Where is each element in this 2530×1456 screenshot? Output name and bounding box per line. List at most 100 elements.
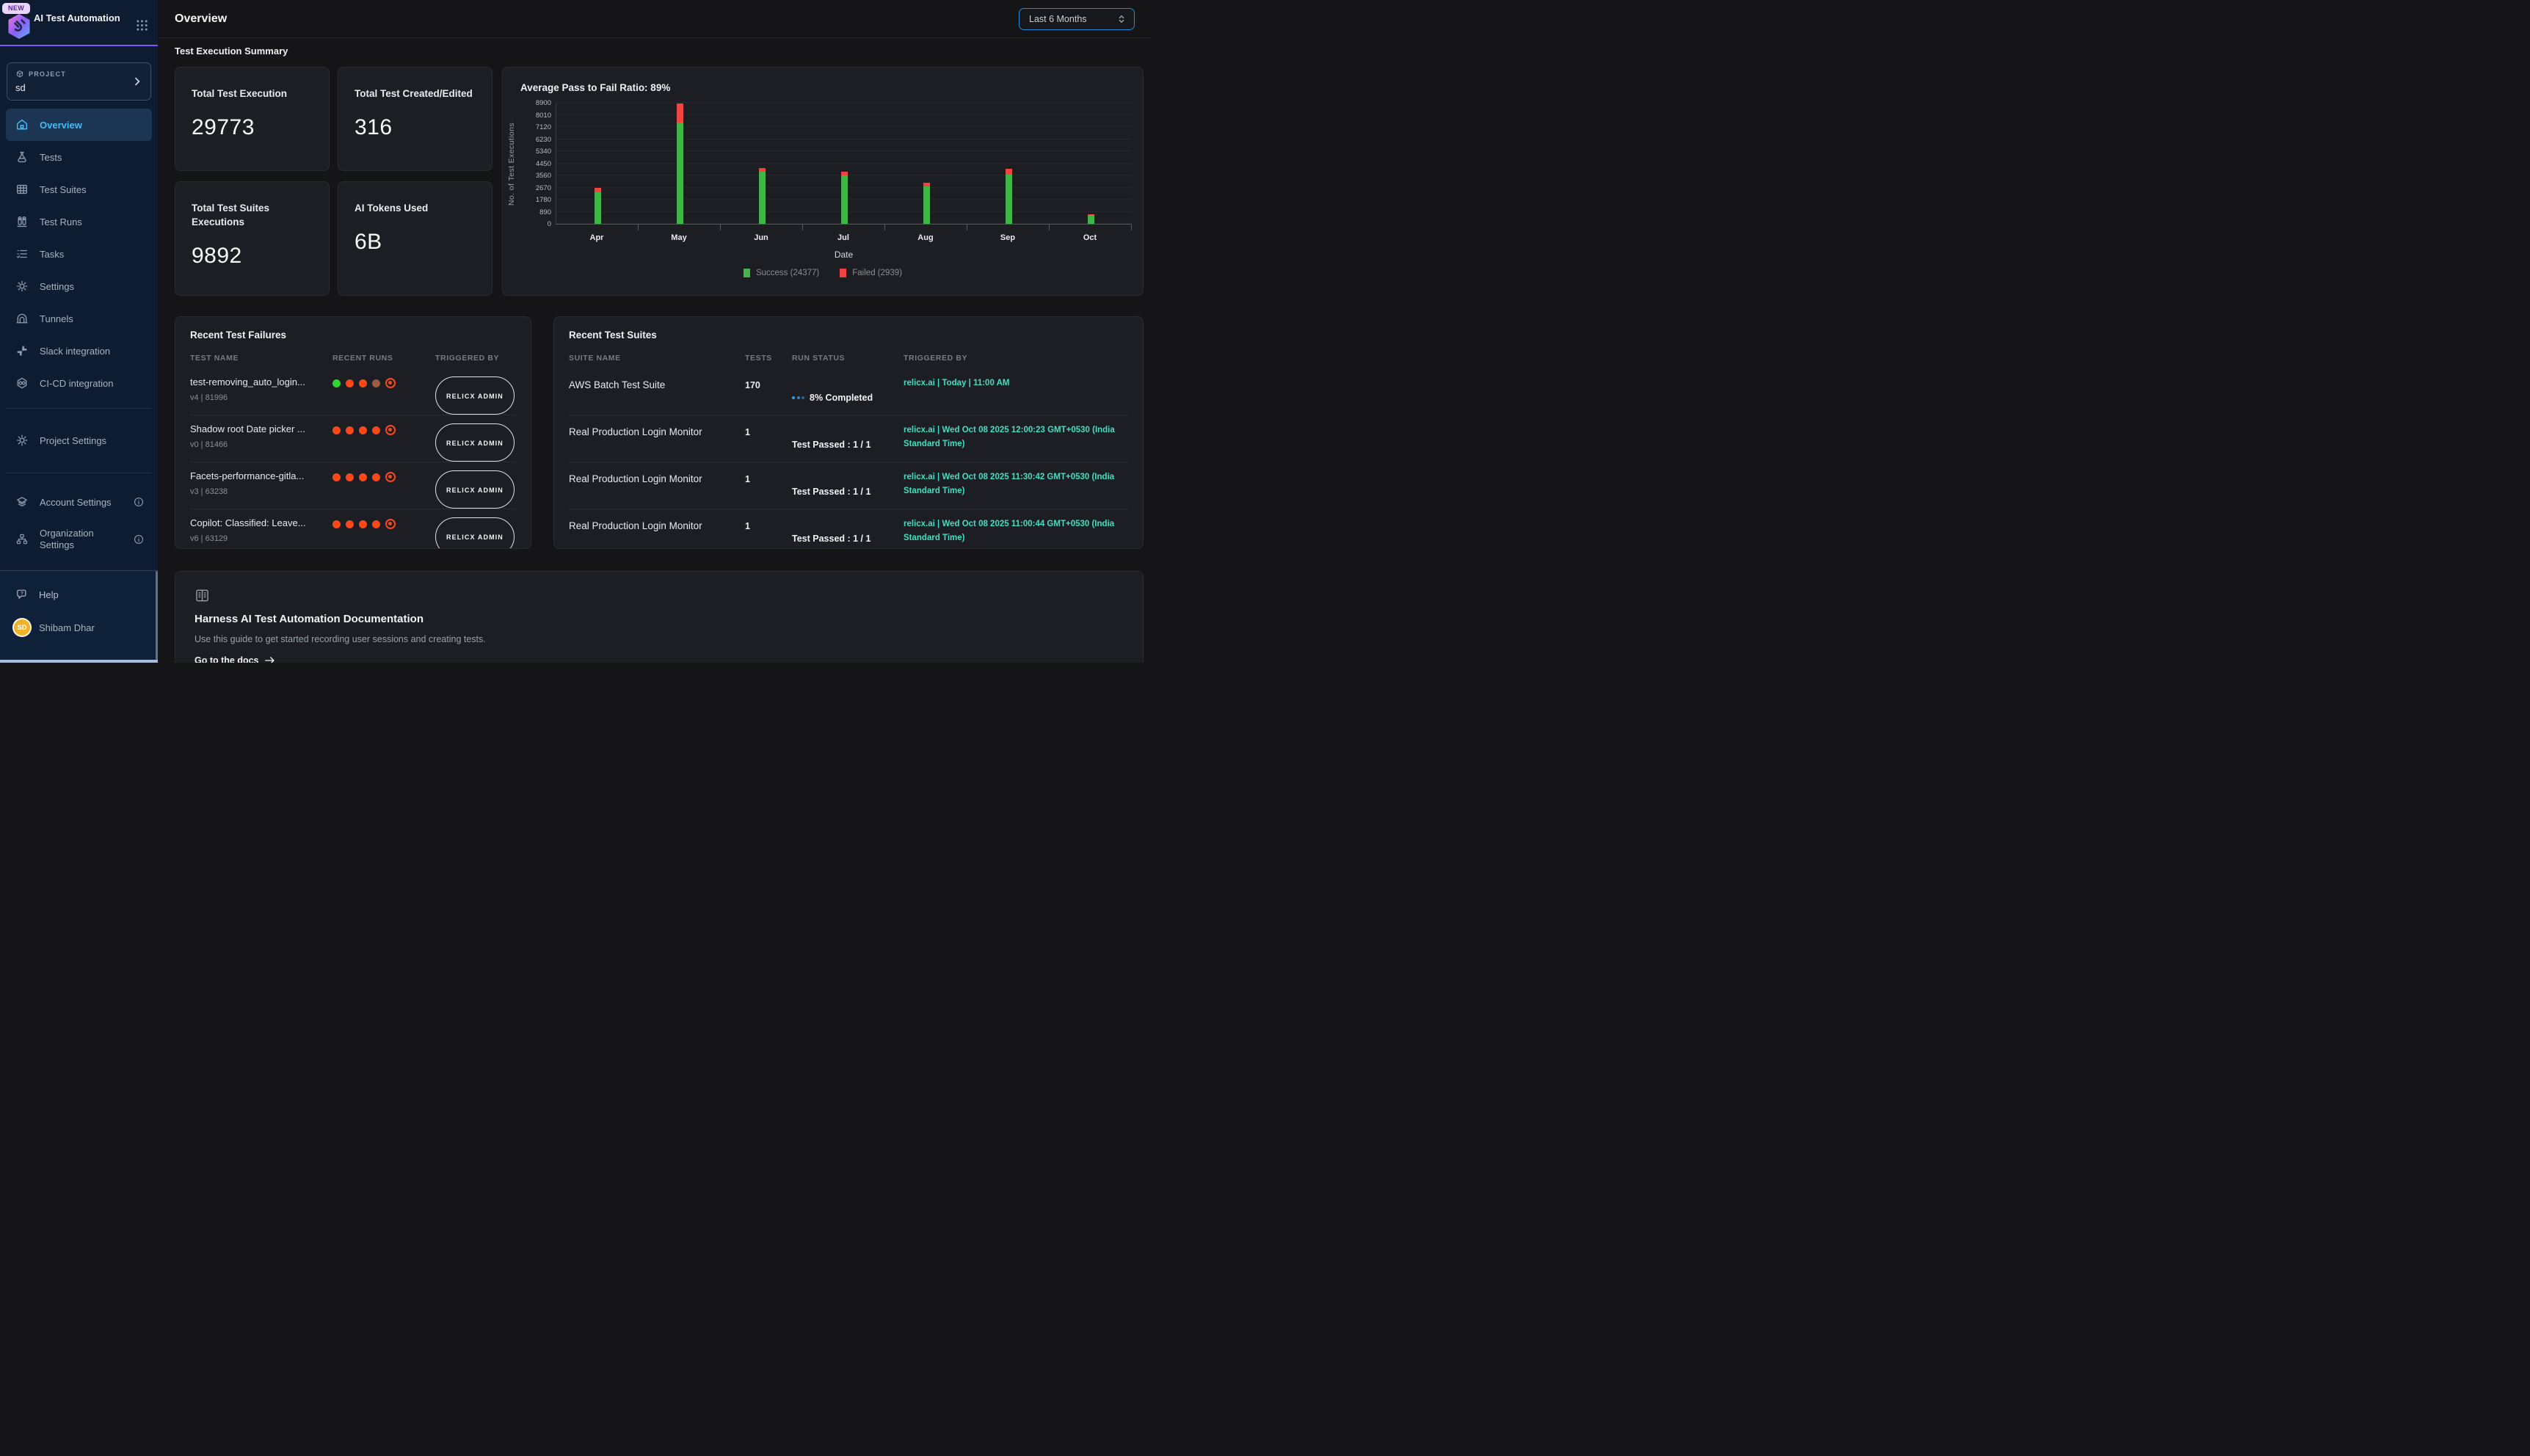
info-icon[interactable]	[133, 534, 145, 545]
legend-item-failed: Failed (2939)	[840, 269, 902, 277]
recent-run-dots	[332, 377, 435, 389]
column-header: TRIGGERED BY	[904, 354, 1128, 363]
sidebar-item-tasks[interactable]: Tasks	[6, 238, 152, 270]
sidebar-item-overview[interactable]: Overview	[6, 109, 152, 141]
table-row[interactable]: AWS Batch Test Suite 170 8% Completed re…	[569, 368, 1128, 415]
table-body: AWS Batch Test Suite 170 8% Completed re…	[569, 368, 1128, 548]
sidebar-item-label: Test Runs	[40, 216, 82, 228]
info-icon[interactable]	[133, 496, 145, 508]
suite-name: AWS Batch Test Suite	[569, 376, 745, 415]
panel-title: Recent Test Failures	[190, 330, 286, 341]
page-title: Overview	[175, 12, 227, 26]
metric-title: AI Tokens Used	[355, 201, 476, 215]
sidebar-item-test-suites[interactable]: Test Suites	[6, 173, 152, 205]
suite-name: Real Production Login Monitor	[569, 517, 745, 549]
column-header: TEST NAME	[190, 354, 332, 363]
user-menu[interactable]: SD Shibam Dhar	[6, 614, 152, 641]
sidebar-item-label: Settings	[40, 281, 74, 292]
progress-dots-icon	[792, 396, 804, 399]
table-row[interactable]: Real Production Login Monitor 1 Test Pas…	[569, 462, 1128, 509]
run-status: Test Passed : 1 / 1	[792, 517, 904, 549]
triggered-by-button[interactable]: RELICX ADMIN	[435, 517, 515, 549]
triggered-by-button[interactable]: RELICX ADMIN	[435, 376, 515, 415]
sidebar-item-test-runs[interactable]: Test Runs	[6, 205, 152, 238]
project-selector[interactable]: PROJECT sd	[7, 62, 151, 101]
column-header: TRIGGERED BY	[435, 354, 516, 363]
triggered-by-link[interactable]: relicx.ai | Wed Oct 08 2025 12:00:23 GMT…	[904, 423, 1128, 462]
sidebar-item-help[interactable]: ? Help	[6, 581, 152, 608]
sidebar-item-slack-integration[interactable]: Slack integration	[6, 335, 152, 367]
recent-run-dots	[332, 424, 435, 436]
docs-title: Harness AI Test Automation Documentation	[195, 613, 1124, 625]
metric-title: Total Test Suites Executions	[192, 201, 287, 229]
gear-icon	[15, 434, 29, 447]
table-row[interactable]: Copilot: Classified: Leave...v6 | 63129 …	[190, 509, 516, 549]
sidebar-horizontal-scrollbar[interactable]	[0, 660, 158, 663]
sidebar-vertical-scrollbar[interactable]	[156, 571, 158, 660]
app-title: AI Test Automation	[34, 12, 126, 23]
gear-icon	[15, 280, 29, 293]
main-content: Overview Last 6 Months Test Execution Su…	[159, 0, 1151, 663]
topbar: Overview Last 6 Months	[159, 0, 1151, 38]
sidebar-item-organization-settings[interactable]: Organization Settings	[6, 518, 152, 561]
chevron-right-icon	[131, 76, 143, 87]
arrow-right-icon	[264, 656, 275, 663]
table-row[interactable]: Real Production Login Monitor 1 Test Pas…	[569, 509, 1128, 549]
user-name: Shibam Dhar	[39, 622, 95, 633]
avatar: SD	[12, 618, 32, 637]
triggered-by-link[interactable]: relicx.ai | Wed Oct 08 2025 11:30:42 GMT…	[904, 470, 1128, 509]
sidebar-item-label: Account Settings	[40, 497, 112, 508]
sidebar-item-label: Help	[39, 589, 59, 600]
svg-text:?: ?	[21, 592, 23, 597]
test-meta: v4 | 81996	[190, 393, 332, 402]
table-header: SUITE NAME TESTS RUN STATUS TRIGGERED BY	[569, 354, 1128, 363]
sidebar-item-project-settings[interactable]: Project Settings	[6, 424, 152, 456]
sidebar-item-cicd-integration[interactable]: CI-CD integration	[6, 367, 152, 399]
slack-icon	[15, 344, 29, 357]
section-title: Test Execution Summary	[175, 46, 288, 57]
legend-swatch-success	[744, 269, 750, 277]
table-row[interactable]: test-removing_auto_login...v4 | 81996 RE…	[190, 368, 516, 415]
triggered-by-button[interactable]: RELICX ADMIN	[435, 470, 515, 509]
grid-table-icon	[15, 183, 29, 196]
table-row[interactable]: Real Production Login Monitor 1 Test Pas…	[569, 415, 1128, 462]
project-cube-icon	[15, 70, 24, 79]
table-row[interactable]: Shadow root Date picker ...v0 | 81466 RE…	[190, 415, 516, 462]
chart-y-axis-title: No. of Test Executions	[507, 103, 516, 225]
time-range-value: Last 6 Months	[1029, 14, 1087, 24]
docs-link[interactable]: Go to the docs	[195, 655, 1124, 663]
chart-x-axis-title: Date	[556, 250, 1132, 260]
triggered-by-button[interactable]: RELICX ADMIN	[435, 423, 515, 462]
table-header: TEST NAME RECENT RUNS TRIGGERED BY	[190, 354, 516, 363]
test-runs-icon	[15, 215, 29, 228]
chart-x-tick-labels: AprMayJunJulAugSepOct	[556, 233, 1132, 244]
docs-subtitle: Use this guide to get started recording …	[195, 634, 1124, 644]
column-header: RUN STATUS	[792, 354, 904, 363]
recent-test-failures-panel: Recent Test Failures TEST NAME RECENT RU…	[175, 316, 531, 549]
suite-name: Real Production Login Monitor	[569, 470, 745, 509]
sidebar-item-settings[interactable]: Settings	[6, 270, 152, 302]
app-logo-icon	[7, 13, 32, 40]
metric-value: 316	[355, 115, 476, 140]
run-status: 8% Completed	[792, 376, 904, 415]
sidebar-item-account-settings[interactable]: Account Settings	[6, 486, 152, 518]
sidebar-item-label: Project Settings	[40, 435, 106, 446]
project-label: PROJECT	[29, 70, 66, 78]
infinity-cicd-icon	[15, 376, 29, 390]
book-icon	[195, 588, 1124, 603]
metric-card-total-test-created: Total Test Created/Edited 316	[338, 67, 492, 171]
table-row[interactable]: Facets-performance-gitla...v3 | 63238 RE…	[190, 462, 516, 509]
test-name: Copilot: Classified: Leave...	[190, 517, 332, 528]
time-range-select[interactable]: Last 6 Months	[1019, 8, 1135, 30]
sidebar-bottom-panel: ? Help SD Shibam Dhar	[0, 570, 158, 660]
run-status: Test Passed : 1 / 1	[792, 470, 904, 509]
sidebar-item-tests[interactable]: Tests	[6, 141, 152, 173]
pass-fail-chart-card: Average Pass to Fail Ratio: 89% No. of T…	[502, 67, 1144, 296]
sidebar-item-tunnels[interactable]: Tunnels	[6, 302, 152, 335]
triggered-by-link[interactable]: relicx.ai | Today | 11:00 AM	[904, 376, 1128, 415]
run-status: Test Passed : 1 / 1	[792, 423, 904, 462]
suite-tests-count: 1	[745, 517, 792, 549]
triggered-by-link[interactable]: relicx.ai | Wed Oct 08 2025 11:00:44 GMT…	[904, 517, 1128, 549]
app-switcher-grid-icon[interactable]	[136, 19, 148, 32]
suite-tests-count: 1	[745, 470, 792, 509]
